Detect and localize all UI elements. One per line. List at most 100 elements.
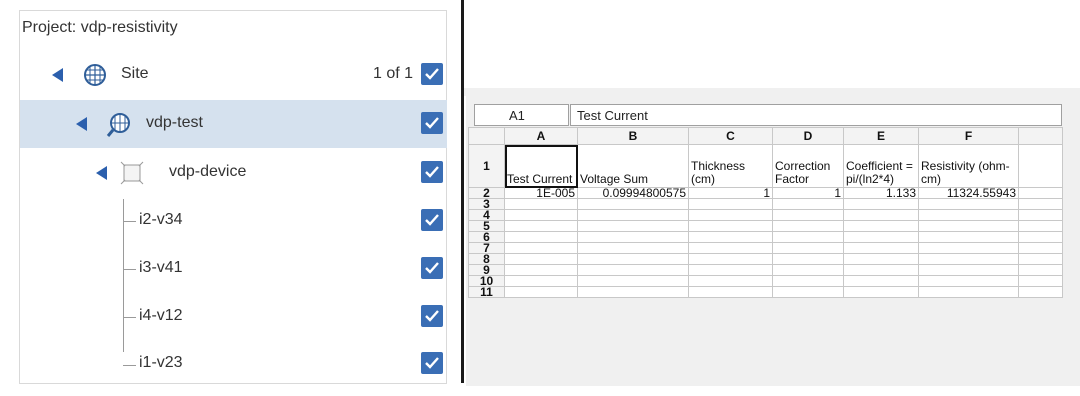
tree-leaf-i1-v23[interactable]: i1-v23 [20, 340, 447, 388]
cell[interactable] [843, 220, 919, 232]
cell[interactable] [688, 220, 773, 232]
cell[interactable] [688, 209, 773, 221]
cell[interactable] [1018, 286, 1063, 298]
cell[interactable] [577, 286, 689, 298]
cell[interactable] [577, 220, 689, 232]
cell-c2[interactable]: 1 [688, 187, 773, 199]
i3-v41-checkbox[interactable] [421, 257, 443, 279]
cell-d1[interactable]: Correction Factor [772, 144, 844, 188]
row-header[interactable]: 3 [468, 198, 505, 210]
cell[interactable] [918, 198, 1019, 210]
cell[interactable] [1018, 231, 1063, 243]
cell[interactable] [843, 198, 919, 210]
cell[interactable] [918, 209, 1019, 221]
tree-leaf-i4-v12[interactable]: i4-v12 [20, 293, 447, 341]
cell-d2[interactable]: 1 [772, 187, 844, 199]
cell[interactable] [1018, 220, 1063, 232]
row-header[interactable]: 5 [468, 220, 505, 232]
cell[interactable] [843, 275, 919, 287]
cell[interactable] [843, 264, 919, 276]
collapse-arrow-icon[interactable] [52, 68, 63, 82]
column-header-a[interactable]: A [504, 127, 578, 145]
vdp-test-checkbox[interactable] [421, 112, 443, 134]
cell[interactable] [688, 198, 773, 210]
cell[interactable] [772, 209, 844, 221]
pane-divider[interactable] [461, 0, 464, 383]
i2-v34-checkbox[interactable] [421, 209, 443, 231]
cell-reference-box[interactable]: A1 [474, 104, 569, 126]
cell[interactable] [504, 231, 578, 243]
cell[interactable] [504, 209, 578, 221]
row-header[interactable]: 9 [468, 264, 505, 276]
column-header-f[interactable]: F [918, 127, 1019, 145]
cell[interactable] [688, 286, 773, 298]
row-header[interactable]: 7 [468, 242, 505, 254]
cell[interactable] [772, 220, 844, 232]
cell-b1[interactable]: Voltage Sum [577, 144, 689, 188]
i4-v12-checkbox[interactable] [421, 305, 443, 327]
cell[interactable] [504, 275, 578, 287]
cell[interactable] [1018, 264, 1063, 276]
cell[interactable] [688, 275, 773, 287]
tree-leaf-i3-v41[interactable]: i3-v41 [20, 245, 447, 293]
cell[interactable] [772, 253, 844, 265]
cell[interactable] [918, 275, 1019, 287]
cell[interactable] [843, 253, 919, 265]
cell-g1[interactable] [1018, 144, 1063, 188]
row-header[interactable]: 4 [468, 209, 505, 221]
row-header[interactable]: 8 [468, 253, 505, 265]
cell[interactable] [688, 264, 773, 276]
cell[interactable] [1018, 253, 1063, 265]
cell[interactable] [772, 198, 844, 210]
cell[interactable] [1018, 275, 1063, 287]
cell-f2[interactable]: 11324.55943 [918, 187, 1019, 199]
cell[interactable] [843, 242, 919, 254]
cell[interactable] [918, 242, 1019, 254]
cell[interactable] [918, 286, 1019, 298]
cell-e2[interactable]: 1.133 [843, 187, 919, 199]
site-checkbox[interactable] [421, 63, 443, 85]
tree-node-vdp-test[interactable]: vdp-test [20, 100, 447, 148]
cell[interactable] [918, 231, 1019, 243]
cell[interactable] [688, 231, 773, 243]
cell[interactable] [504, 264, 578, 276]
cell[interactable] [918, 253, 1019, 265]
cell[interactable] [688, 253, 773, 265]
cell[interactable] [577, 242, 689, 254]
cell[interactable] [688, 242, 773, 254]
cell[interactable] [504, 286, 578, 298]
cell-a2[interactable]: 1E-005 [504, 187, 578, 199]
cell[interactable] [772, 275, 844, 287]
formula-bar[interactable]: Test Current [570, 104, 1062, 126]
cell[interactable] [1018, 209, 1063, 221]
column-header-g[interactable] [1018, 127, 1063, 145]
cell[interactable] [577, 275, 689, 287]
tree-leaf-i2-v34[interactable]: i2-v34 [20, 197, 447, 245]
cell[interactable] [504, 253, 578, 265]
cell[interactable] [772, 242, 844, 254]
column-header-d[interactable]: D [772, 127, 844, 145]
column-header-e[interactable]: E [843, 127, 919, 145]
cell[interactable] [577, 264, 689, 276]
cell[interactable] [843, 286, 919, 298]
cell[interactable] [918, 220, 1019, 232]
i1-v23-checkbox[interactable] [421, 352, 443, 374]
row-header[interactable]: 1 [468, 144, 505, 188]
row-header[interactable]: 2 [468, 187, 505, 199]
row-header[interactable]: 6 [468, 231, 505, 243]
cell-b2[interactable]: 0.09994800575 [577, 187, 689, 199]
tree-node-vdp-device[interactable]: vdp-device [20, 149, 447, 197]
cell[interactable] [772, 286, 844, 298]
cell[interactable] [577, 209, 689, 221]
cell[interactable] [577, 231, 689, 243]
cell[interactable] [772, 264, 844, 276]
cell[interactable] [504, 198, 578, 210]
cell[interactable] [504, 220, 578, 232]
tree-node-site[interactable]: Site 1 of 1 [20, 51, 447, 99]
column-header-c[interactable]: C [688, 127, 773, 145]
collapse-arrow-icon[interactable] [76, 117, 87, 131]
cell[interactable] [843, 209, 919, 221]
cell[interactable] [918, 264, 1019, 276]
cell[interactable] [577, 253, 689, 265]
cell[interactable] [772, 231, 844, 243]
